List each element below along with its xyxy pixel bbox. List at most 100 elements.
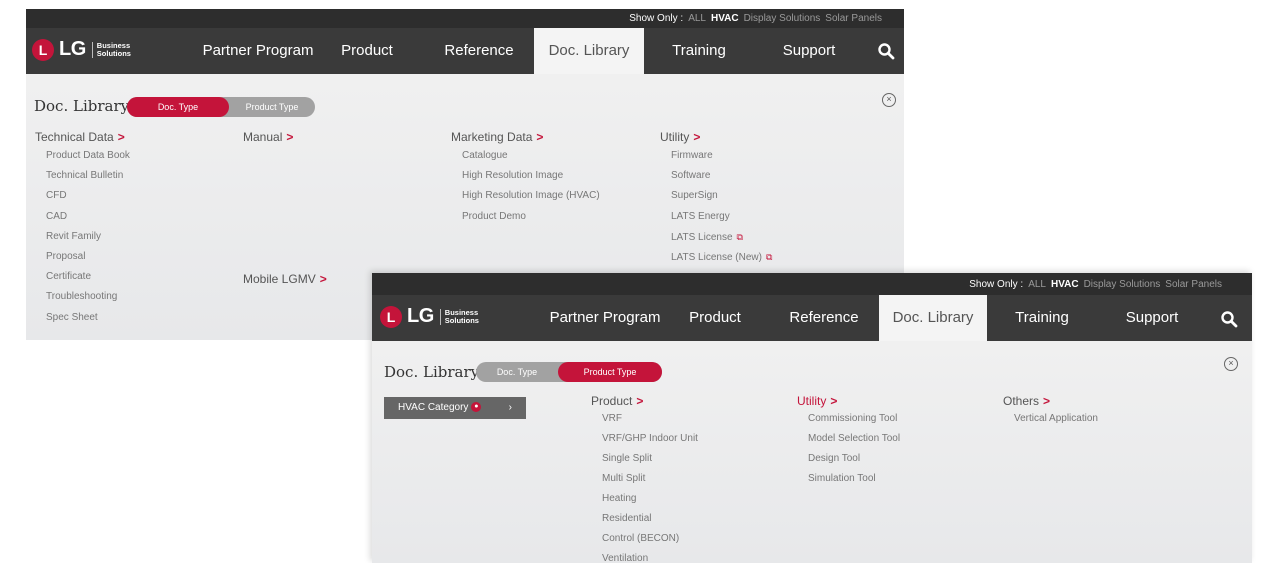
toggle-product-type[interactable]: Product Type bbox=[229, 97, 315, 117]
show-only-all[interactable]: ALL bbox=[1028, 279, 1046, 290]
show-only-bar: Show Only : ALL HVAC Display Solutions S… bbox=[26, 9, 904, 28]
list-item[interactable]: Troubleshooting bbox=[46, 287, 130, 307]
list-item[interactable]: High Resolution Image (HVAC) bbox=[462, 186, 600, 206]
column-manual: Manual > bbox=[243, 130, 293, 144]
list-item[interactable]: Vertical Application bbox=[1014, 409, 1098, 429]
search-icon[interactable] bbox=[877, 42, 895, 60]
list-item[interactable]: Model Selection Tool bbox=[808, 429, 900, 449]
main-nav: L LG Business Solutions Partner Program … bbox=[26, 28, 904, 74]
list-item[interactable]: Spec Sheet bbox=[46, 308, 130, 328]
list-item[interactable]: LATS Energy bbox=[671, 207, 772, 227]
list-item[interactable]: LATS License (New) ⧉ bbox=[671, 247, 772, 267]
search-icon[interactable] bbox=[1220, 310, 1238, 328]
chevron-right-icon: > bbox=[319, 272, 327, 286]
column-heading[interactable]: Product > bbox=[591, 394, 698, 408]
list-item[interactable]: Product Demo bbox=[462, 207, 600, 227]
column-utility: Utility > Firmware Software SuperSign LAT… bbox=[660, 130, 772, 267]
type-toggle[interactable]: Doc. Type Product Type bbox=[127, 97, 315, 117]
lg-logo-subtitle: Business Solutions bbox=[91, 41, 131, 58]
nav-doc-library[interactable]: Doc. Library bbox=[534, 28, 644, 74]
nav-product[interactable]: Product bbox=[670, 295, 760, 341]
column-heading[interactable]: Manual > bbox=[243, 130, 293, 144]
list-item[interactable]: CFD bbox=[46, 186, 130, 206]
nav-product[interactable]: Product bbox=[322, 28, 412, 74]
show-only-label: Show Only : bbox=[629, 13, 684, 24]
list-item[interactable]: Control (BECON) bbox=[602, 529, 698, 549]
heading-marketing-data: Marketing Data bbox=[451, 130, 533, 144]
close-icon[interactable]: × bbox=[1224, 357, 1238, 371]
nav-reference[interactable]: Reference bbox=[424, 28, 534, 74]
list-item[interactable]: SuperSign bbox=[671, 186, 772, 206]
list-item[interactable]: Residential bbox=[602, 509, 698, 529]
show-only-hvac[interactable]: HVAC bbox=[711, 13, 739, 24]
heading-mobile-lgmv: Mobile LGMV bbox=[243, 272, 316, 286]
close-icon[interactable]: × bbox=[882, 93, 896, 107]
category-label: HVAC Category bbox=[398, 402, 469, 413]
column-heading[interactable]: Others > bbox=[1003, 394, 1098, 408]
nav-support[interactable]: Support bbox=[1097, 295, 1207, 341]
type-toggle[interactable]: Doc. Type Product Type bbox=[476, 362, 662, 382]
list-item[interactable]: Single Split bbox=[602, 449, 698, 469]
list-item[interactable]: CAD bbox=[46, 207, 130, 227]
lg-logo-icon: L bbox=[380, 305, 402, 328]
column-heading[interactable]: Utility > bbox=[660, 130, 772, 144]
item-label: LATS License bbox=[671, 231, 733, 243]
lg-logo[interactable]: L LG Business Solutions bbox=[32, 38, 131, 61]
column-heading[interactable]: Mobile LGMV > bbox=[243, 272, 327, 286]
chevron-right-icon: > bbox=[1043, 394, 1051, 408]
list-item[interactable]: Revit Family bbox=[46, 227, 130, 247]
show-only-solar-panels[interactable]: Solar Panels bbox=[825, 13, 882, 24]
list-item[interactable]: Product Data Book bbox=[46, 146, 130, 166]
show-only-bar: Show Only : ALL HVAC Display Solutions S… bbox=[372, 273, 1252, 295]
main-nav: L LG Business Solutions Partner Program … bbox=[372, 295, 1252, 341]
show-only-display-solutions[interactable]: Display Solutions bbox=[744, 13, 821, 24]
lg-logo-icon: L bbox=[32, 38, 54, 61]
column-heading[interactable]: Technical Data > bbox=[35, 130, 130, 144]
column-heading[interactable]: Utility > bbox=[797, 394, 900, 408]
toggle-product-type[interactable]: Product Type bbox=[558, 362, 662, 382]
chevron-right-icon: > bbox=[693, 130, 701, 144]
list-item[interactable]: Simulation Tool bbox=[808, 469, 900, 489]
toggle-doc-type[interactable]: Doc. Type bbox=[476, 362, 558, 382]
nav-support[interactable]: Support bbox=[754, 28, 864, 74]
list-item[interactable]: Proposal bbox=[46, 247, 130, 267]
nav-doc-library[interactable]: Doc. Library bbox=[879, 295, 987, 341]
list-item[interactable]: Commissioning Tool bbox=[808, 409, 900, 429]
chevron-right-icon: > bbox=[536, 130, 544, 144]
show-only-solar-panels[interactable]: Solar Panels bbox=[1165, 279, 1222, 290]
list-item[interactable]: VRF bbox=[602, 409, 698, 429]
list-item[interactable]: Technical Bulletin bbox=[46, 166, 130, 186]
list-item[interactable]: Certificate bbox=[46, 267, 130, 287]
nav-partner-program[interactable]: Partner Program bbox=[540, 295, 670, 341]
chevron-right-icon: > bbox=[286, 130, 294, 144]
list-item[interactable]: Firmware bbox=[671, 146, 772, 166]
show-only-all[interactable]: ALL bbox=[688, 13, 706, 24]
toggle-doc-type[interactable]: Doc. Type bbox=[127, 97, 229, 117]
list-item[interactable]: Heating bbox=[602, 489, 698, 509]
column-mobile-lgmv: Mobile LGMV > bbox=[243, 272, 327, 286]
column-heading[interactable]: Marketing Data > bbox=[451, 130, 600, 144]
show-only-display-solutions[interactable]: Display Solutions bbox=[1084, 279, 1161, 290]
hvac-category-button[interactable]: HVAC Category ● › bbox=[384, 397, 526, 419]
list-item[interactable]: VRF/GHP Indoor Unit bbox=[602, 429, 698, 449]
nav-training[interactable]: Training bbox=[987, 295, 1097, 341]
lg-logo[interactable]: L LG Business Solutions bbox=[380, 305, 479, 328]
list-item[interactable]: Multi Split bbox=[602, 469, 698, 489]
list-item[interactable]: Design Tool bbox=[808, 449, 900, 469]
nav-training[interactable]: Training bbox=[644, 28, 754, 74]
list-item[interactable]: High Resolution Image bbox=[462, 166, 600, 186]
list-item[interactable]: Ventilation bbox=[602, 549, 698, 563]
list-item[interactable]: Catalogue bbox=[462, 146, 600, 166]
chevron-right-icon: > bbox=[830, 394, 838, 408]
list-item[interactable]: Software bbox=[671, 166, 772, 186]
column-utility: Utility > Commissioning Tool Model Select… bbox=[797, 394, 900, 489]
nav-reference[interactable]: Reference bbox=[769, 295, 879, 341]
show-only-hvac[interactable]: HVAC bbox=[1051, 279, 1079, 290]
chevron-right-icon: > bbox=[117, 130, 125, 144]
heading-technical-data: Technical Data bbox=[35, 130, 114, 144]
column-technical-data: Technical Data > Product Data Book Techni… bbox=[35, 130, 130, 328]
badge-icon: ● bbox=[471, 402, 482, 413]
nav-partner-program[interactable]: Partner Program bbox=[194, 28, 322, 74]
external-link-icon: ⧉ bbox=[765, 251, 773, 262]
list-item[interactable]: LATS License ⧉ bbox=[671, 227, 772, 247]
